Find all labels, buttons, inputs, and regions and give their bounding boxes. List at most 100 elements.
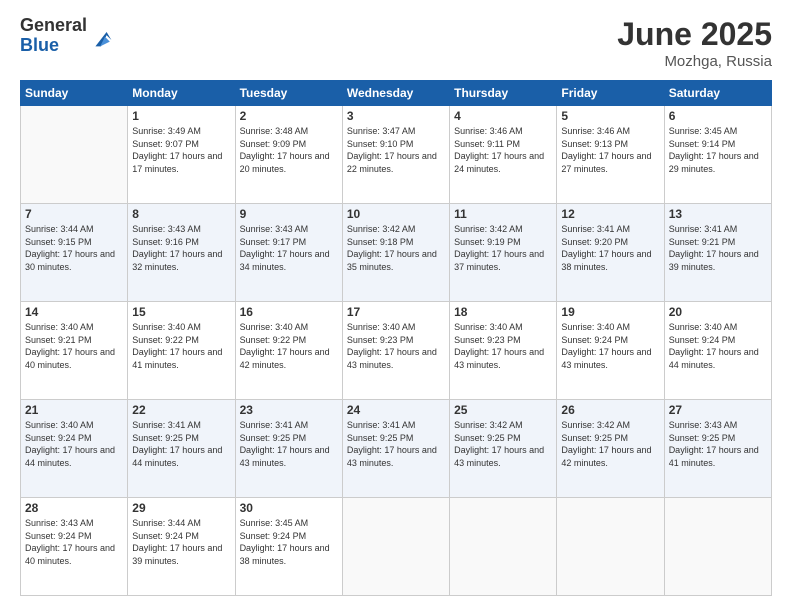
calendar-cell: 8 Sunrise: 3:43 AMSunset: 9:16 PMDaylight… xyxy=(128,204,235,302)
day-number: 8 xyxy=(132,207,230,221)
day-info: Sunrise: 3:46 AMSunset: 9:13 PMDaylight:… xyxy=(561,125,659,175)
header-friday: Friday xyxy=(557,81,664,106)
day-number: 29 xyxy=(132,501,230,515)
day-info: Sunrise: 3:40 AMSunset: 9:22 PMDaylight:… xyxy=(240,321,338,371)
day-number: 25 xyxy=(454,403,552,417)
month-title: June 2025 xyxy=(617,16,772,53)
calendar-cell: 25 Sunrise: 3:42 AMSunset: 9:25 PMDayligh… xyxy=(450,400,557,498)
day-info: Sunrise: 3:45 AMSunset: 9:24 PMDaylight:… xyxy=(240,517,338,567)
day-number: 12 xyxy=(561,207,659,221)
calendar-cell: 27 Sunrise: 3:43 AMSunset: 9:25 PMDayligh… xyxy=(664,400,771,498)
day-number: 7 xyxy=(25,207,123,221)
header-thursday: Thursday xyxy=(450,81,557,106)
calendar-cell: 12Sunrise: 3:41 AMSunset: 9:20 PMDayligh… xyxy=(557,204,664,302)
day-number: 21 xyxy=(25,403,123,417)
calendar-cell: 4 Sunrise: 3:46 AMSunset: 9:11 PMDaylight… xyxy=(450,106,557,204)
day-info: Sunrise: 3:40 AMSunset: 9:23 PMDaylight:… xyxy=(454,321,552,371)
day-number: 13 xyxy=(669,207,767,221)
calendar-cell: 2 Sunrise: 3:48 AMSunset: 9:09 PMDaylight… xyxy=(235,106,342,204)
logo-blue: Blue xyxy=(20,36,87,56)
calendar-cell: 26Sunrise: 3:42 AMSunset: 9:25 PMDayligh… xyxy=(557,400,664,498)
calendar-cell: 1Sunrise: 3:49 AMSunset: 9:07 PMDaylight… xyxy=(128,106,235,204)
header-saturday: Saturday xyxy=(664,81,771,106)
day-info: Sunrise: 3:40 AMSunset: 9:22 PMDaylight:… xyxy=(132,321,230,371)
day-number: 14 xyxy=(25,305,123,319)
logo: General Blue xyxy=(20,16,113,56)
calendar-cell: 18 Sunrise: 3:40 AMSunset: 9:23 PMDayligh… xyxy=(450,302,557,400)
calendar-week-0: 1Sunrise: 3:49 AMSunset: 9:07 PMDaylight… xyxy=(21,106,772,204)
day-info: Sunrise: 3:44 AMSunset: 9:15 PMDaylight:… xyxy=(25,223,123,273)
calendar-cell: 7 Sunrise: 3:44 AMSunset: 9:15 PMDaylight… xyxy=(21,204,128,302)
calendar-cell xyxy=(342,498,449,596)
day-info: Sunrise: 3:42 AMSunset: 9:25 PMDaylight:… xyxy=(454,419,552,469)
day-number: 18 xyxy=(454,305,552,319)
day-info: Sunrise: 3:41 AMSunset: 9:21 PMDaylight:… xyxy=(669,223,767,273)
day-info: Sunrise: 3:41 AMSunset: 9:25 PMDaylight:… xyxy=(132,419,230,469)
day-info: Sunrise: 3:48 AMSunset: 9:09 PMDaylight:… xyxy=(240,125,338,175)
calendar-cell: 17 Sunrise: 3:40 AMSunset: 9:23 PMDayligh… xyxy=(342,302,449,400)
day-number: 6 xyxy=(669,109,767,123)
day-info: Sunrise: 3:40 AMSunset: 9:24 PMDaylight:… xyxy=(561,321,659,371)
calendar-cell: 29 Sunrise: 3:44 AMSunset: 9:24 PMDayligh… xyxy=(128,498,235,596)
header-monday: Monday xyxy=(128,81,235,106)
calendar-cell xyxy=(450,498,557,596)
day-info: Sunrise: 3:40 AMSunset: 9:24 PMDaylight:… xyxy=(669,321,767,371)
calendar-cell: 23Sunrise: 3:41 AMSunset: 9:25 PMDayligh… xyxy=(235,400,342,498)
day-number: 30 xyxy=(240,501,338,515)
calendar-cell: 21 Sunrise: 3:40 AMSunset: 9:24 PMDayligh… xyxy=(21,400,128,498)
day-number: 5 xyxy=(561,109,659,123)
calendar-cell: 5 Sunrise: 3:46 AMSunset: 9:13 PMDaylight… xyxy=(557,106,664,204)
calendar-week-1: 7 Sunrise: 3:44 AMSunset: 9:15 PMDaylight… xyxy=(21,204,772,302)
day-number: 9 xyxy=(240,207,338,221)
logo-icon xyxy=(89,24,113,48)
calendar-cell: 15 Sunrise: 3:40 AMSunset: 9:22 PMDayligh… xyxy=(128,302,235,400)
day-info: Sunrise: 3:43 AMSunset: 9:16 PMDaylight:… xyxy=(132,223,230,273)
calendar-cell: 14 Sunrise: 3:40 AMSunset: 9:21 PMDayligh… xyxy=(21,302,128,400)
day-number: 2 xyxy=(240,109,338,123)
page: General Blue June 2025 Mozhga, Russia Su… xyxy=(0,0,792,612)
header-sunday: Sunday xyxy=(21,81,128,106)
day-info: Sunrise: 3:42 AMSunset: 9:18 PMDaylight:… xyxy=(347,223,445,273)
day-info: Sunrise: 3:40 AMSunset: 9:21 PMDaylight:… xyxy=(25,321,123,371)
day-number: 4 xyxy=(454,109,552,123)
calendar-cell: 24Sunrise: 3:41 AMSunset: 9:25 PMDayligh… xyxy=(342,400,449,498)
calendar-cell xyxy=(557,498,664,596)
day-info: Sunrise: 3:40 AMSunset: 9:23 PMDaylight:… xyxy=(347,321,445,371)
header-row: Sunday Monday Tuesday Wednesday Thursday… xyxy=(21,81,772,106)
day-info: Sunrise: 3:41 AMSunset: 9:25 PMDaylight:… xyxy=(240,419,338,469)
day-info: Sunrise: 3:41 AMSunset: 9:25 PMDaylight:… xyxy=(347,419,445,469)
calendar-cell: 3Sunrise: 3:47 AMSunset: 9:10 PMDaylight… xyxy=(342,106,449,204)
day-number: 27 xyxy=(669,403,767,417)
day-info: Sunrise: 3:45 AMSunset: 9:14 PMDaylight:… xyxy=(669,125,767,175)
day-number: 15 xyxy=(132,305,230,319)
header-wednesday: Wednesday xyxy=(342,81,449,106)
day-info: Sunrise: 3:49 AMSunset: 9:07 PMDaylight:… xyxy=(132,125,230,175)
logo-text: General Blue xyxy=(20,16,87,56)
title-block: June 2025 Mozhga, Russia xyxy=(617,16,772,70)
day-number: 3 xyxy=(347,109,445,123)
calendar-cell: 19 Sunrise: 3:40 AMSunset: 9:24 PMDayligh… xyxy=(557,302,664,400)
calendar-cell xyxy=(664,498,771,596)
day-info: Sunrise: 3:43 AMSunset: 9:24 PMDaylight:… xyxy=(25,517,123,567)
day-number: 10 xyxy=(347,207,445,221)
day-info: Sunrise: 3:46 AMSunset: 9:11 PMDaylight:… xyxy=(454,125,552,175)
day-info: Sunrise: 3:43 AMSunset: 9:17 PMDaylight:… xyxy=(240,223,338,273)
calendar-cell: 6 Sunrise: 3:45 AMSunset: 9:14 PMDaylight… xyxy=(664,106,771,204)
calendar-cell: 22 Sunrise: 3:41 AMSunset: 9:25 PMDayligh… xyxy=(128,400,235,498)
day-number: 17 xyxy=(347,305,445,319)
day-info: Sunrise: 3:44 AMSunset: 9:24 PMDaylight:… xyxy=(132,517,230,567)
day-number: 11 xyxy=(454,207,552,221)
day-number: 19 xyxy=(561,305,659,319)
day-info: Sunrise: 3:40 AMSunset: 9:24 PMDaylight:… xyxy=(25,419,123,469)
day-info: Sunrise: 3:43 AMSunset: 9:25 PMDaylight:… xyxy=(669,419,767,469)
calendar-cell: 28Sunrise: 3:43 AMSunset: 9:24 PMDayligh… xyxy=(21,498,128,596)
calendar-cell: 13 Sunrise: 3:41 AMSunset: 9:21 PMDayligh… xyxy=(664,204,771,302)
header: General Blue June 2025 Mozhga, Russia xyxy=(20,16,772,70)
calendar-cell: 16Sunrise: 3:40 AMSunset: 9:22 PMDayligh… xyxy=(235,302,342,400)
day-number: 26 xyxy=(561,403,659,417)
day-number: 22 xyxy=(132,403,230,417)
calendar-week-2: 14 Sunrise: 3:40 AMSunset: 9:21 PMDayligh… xyxy=(21,302,772,400)
calendar-cell: 10 Sunrise: 3:42 AMSunset: 9:18 PMDayligh… xyxy=(342,204,449,302)
calendar-cell: 30 Sunrise: 3:45 AMSunset: 9:24 PMDayligh… xyxy=(235,498,342,596)
day-number: 20 xyxy=(669,305,767,319)
